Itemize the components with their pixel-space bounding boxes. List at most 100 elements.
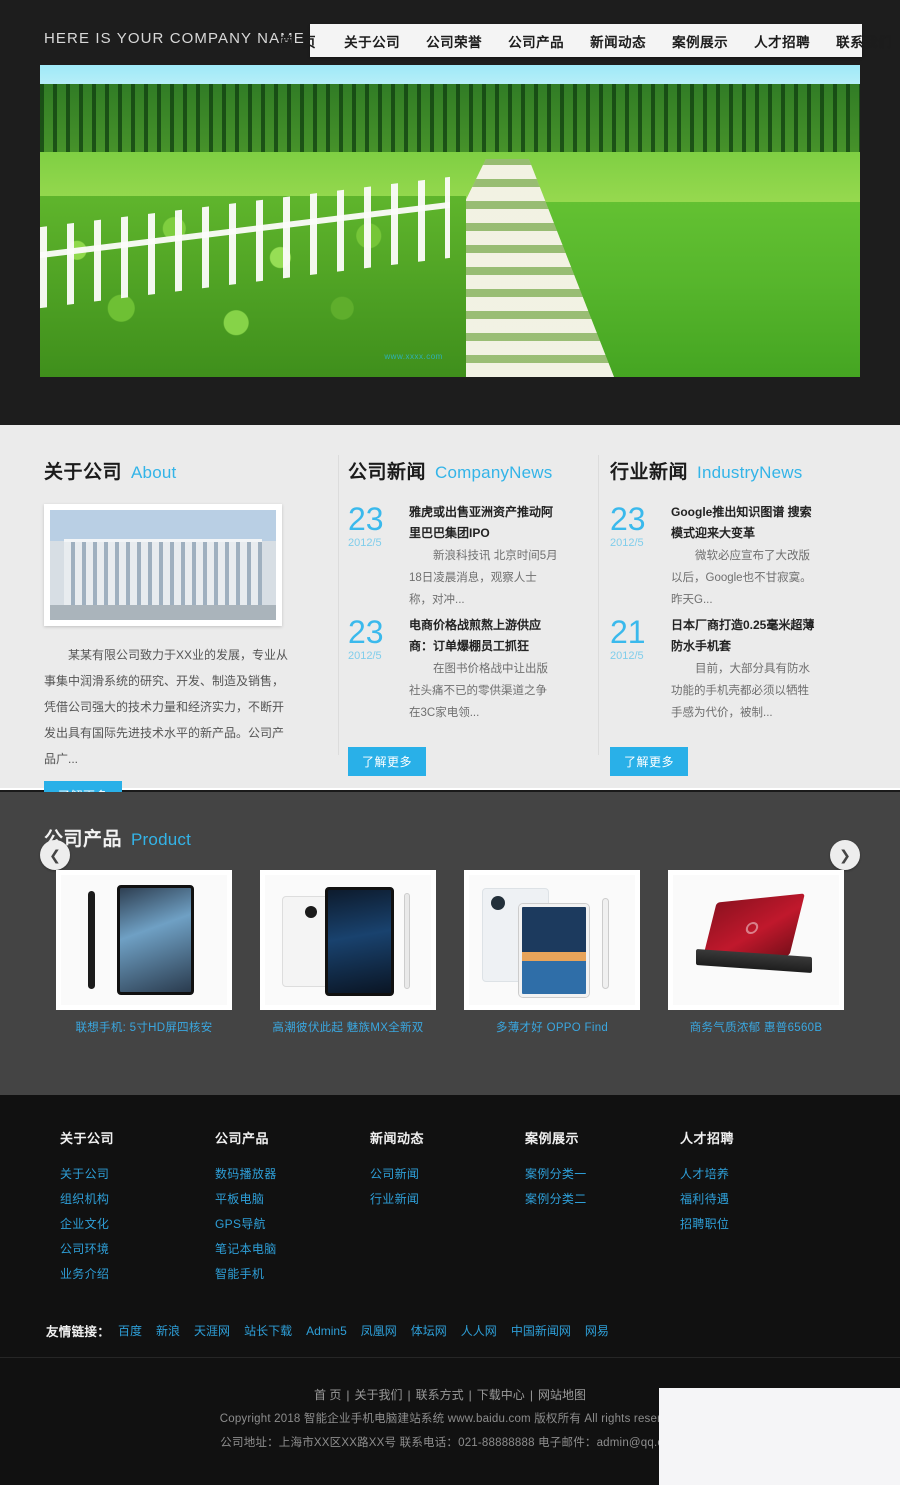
top-bar: HERE IS YOUR COMPANY NAME 首 页 关于公司 公司荣誉 … [0,0,900,65]
product-thumbnail[interactable] [260,870,436,1010]
product-caption[interactable]: 联想手机: 5寸HD屏四核安 [56,1019,232,1035]
sitemap-link[interactable]: 福利待遇 [680,1187,835,1212]
chevron-left-icon[interactable]: ❮ [40,840,70,870]
sitemap-column-about: 关于公司 关于公司 组织机构 企业文化 公司环境 业务介绍 [60,1128,215,1287]
sitemap-link[interactable]: 企业文化 [60,1212,215,1237]
sitemap-link[interactable]: 人才培养 [680,1162,835,1187]
company-news-more-button[interactable]: 了解更多 [348,747,427,776]
about-title-cn: 关于公司 [44,462,123,483]
news-body: 日本厂商打造0.25毫米超薄防水手机套 目前，大部分具有防水功能的手机壳都必须以… [671,615,820,724]
nav-item-about[interactable]: 关于公司 [331,31,413,51]
footer-nav-sitemap[interactable]: 网站地图 [533,1388,591,1402]
hero-banner[interactable]: www.xxxx.com [40,65,860,377]
sitemap-link[interactable]: 案例分类二 [525,1187,680,1212]
news-title[interactable]: Google推出知识图谱 搜索模式迎来大变革 [671,502,820,544]
friendly-link[interactable]: 体坛网 [411,1322,447,1339]
footer-nav-contact[interactable]: 联系方式 [411,1388,469,1402]
news-item[interactable]: 21 2012/5 日本厂商打造0.25毫米超薄防水手机套 目前，大部分具有防水… [610,615,820,724]
footer-divider [0,1357,900,1358]
sitemap-link[interactable]: 公司环境 [60,1237,215,1262]
footer-sitemap: 关于公司 关于公司 组织机构 企业文化 公司环境 业务介绍 公司产品 数码播放器… [60,1128,835,1287]
news-description: 微软必应宣布了大改版以后，Google也不甘寂寞。昨天G... [671,550,812,606]
news-day: 21 [610,614,646,650]
sitemap-link[interactable]: 平板电脑 [215,1187,370,1212]
footer-nav-download[interactable]: 下载中心 [472,1388,530,1402]
friendly-links-label: 友情链接： [46,1325,111,1339]
product-thumbnail[interactable] [56,870,232,1010]
chevron-right-icon[interactable]: ❯ [830,840,860,870]
product-card[interactable]: 联想手机: 5寸HD屏四核安 [56,870,232,1035]
product-thumbnail[interactable] [464,870,640,1010]
sitemap-link[interactable]: 案例分类一 [525,1162,680,1187]
friendly-links-row: 友情链接： 百度 新浪 天涯网 站长下载 Admin5 凤凰网 体坛网 人人网 … [46,1321,623,1340]
nav-item-cases[interactable]: 案例展示 [659,31,741,51]
friendly-link[interactable]: 中国新闻网 [511,1322,571,1339]
news-year-month: 2012/5 [348,650,382,662]
news-body: 雅虎或出售亚洲资产推动阿里巴巴集团IPO 新浪科技讯 北京时间5月18日凌晨消息… [409,502,558,611]
main-nav[interactable]: 首 页 关于公司 公司荣誉 公司产品 新闻动态 案例展示 人才招聘 联系我们 [280,24,892,57]
product-carousel[interactable]: 联想手机: 5寸HD屏四核安 高潮彼伏此起 魅族MX全新双 多薄才好 OPPO … [0,870,900,1050]
sitemap-link[interactable]: 智能手机 [215,1262,370,1287]
products-title-en: Product [131,830,192,849]
product-image-hp-laptop [673,875,839,1005]
nav-item-honor[interactable]: 公司荣誉 [413,31,495,51]
footer-nav-home[interactable]: 首 页 [309,1388,346,1402]
phone-edge-glyph [404,893,411,990]
news-body: 电商价格战煎熬上游供应商：订单爆棚员工抓狂 在图书价格战中让出版社头痛不已的零供… [409,615,558,724]
phone-front-glyph [117,885,194,995]
product-card[interactable]: 商务气质浓郁 惠普6560B [668,870,844,1035]
sitemap-link[interactable]: 关于公司 [60,1162,215,1187]
friendly-link[interactable]: 百度 [118,1322,142,1339]
friendly-link[interactable]: 网易 [585,1322,609,1339]
company-news-title-en: CompanyNews [435,463,553,482]
friendly-link[interactable]: 天涯网 [194,1322,230,1339]
footer-nav-about[interactable]: 关于我们 [350,1388,408,1402]
news-title[interactable]: 雅虎或出售亚洲资产推动阿里巴巴集团IPO [409,502,558,544]
news-item[interactable]: 23 2012/5 电商价格战煎熬上游供应商：订单爆棚员工抓狂 在图书价格战中让… [348,615,558,724]
sitemap-heading: 人才招聘 [680,1131,735,1146]
friendly-link[interactable]: 新浪 [156,1322,180,1339]
product-thumbnail[interactable] [668,870,844,1010]
company-news-column: 公司新闻 CompanyNews 23 2012/5 雅虎或出售亚洲资产推动阿里… [348,457,558,776]
news-date: 23 2012/5 [348,502,398,611]
sitemap-link[interactable]: 公司新闻 [370,1162,525,1187]
friendly-link[interactable]: 站长下载 [244,1322,292,1339]
product-card[interactable]: 高潮彼伏此起 魅族MX全新双 [260,870,436,1035]
industry-news-more-button[interactable]: 了解更多 [610,747,689,776]
sitemap-link[interactable]: 笔记本电脑 [215,1237,370,1262]
news-year-month: 2012/5 [610,650,644,662]
about-column: 关于公司 About 某某有限公司致力于XX业的发展，专业从事集中润滑系统的研究… [44,457,294,810]
sitemap-link[interactable]: 招聘职位 [680,1212,835,1237]
news-body: Google推出知识图谱 搜索模式迎来大变革 微软必应宣布了大改版以后，Goog… [671,502,820,611]
sitemap-link[interactable]: 行业新闻 [370,1187,525,1212]
news-title[interactable]: 电商价格战煎熬上游供应商：订单爆棚员工抓狂 [409,615,558,657]
news-title[interactable]: 日本厂商打造0.25毫米超薄防水手机套 [671,615,820,657]
page-root: HERE IS YOUR COMPANY NAME 首 页 关于公司 公司荣誉 … [0,0,900,1485]
friendly-link[interactable]: Admin5 [306,1324,347,1338]
company-news-title-cn: 公司新闻 [348,462,427,483]
news-item[interactable]: 23 2012/5 Google推出知识图谱 搜索模式迎来大变革 微软必应宣布了… [610,502,820,611]
product-card[interactable]: 多薄才好 OPPO Find [464,870,640,1035]
sitemap-link[interactable]: 组织机构 [60,1187,215,1212]
sitemap-link[interactable]: GPS导航 [215,1212,370,1237]
friendly-link[interactable]: 人人网 [461,1322,497,1339]
nav-item-jobs[interactable]: 人才招聘 [741,31,823,51]
sitemap-heading: 关于公司 [60,1131,115,1146]
sitemap-column-cases: 案例展示 案例分类一 案例分类二 [525,1128,680,1287]
news-item[interactable]: 23 2012/5 雅虎或出售亚洲资产推动阿里巴巴集团IPO 新浪科技讯 北京时… [348,502,558,611]
product-caption[interactable]: 商务气质浓郁 惠普6560B [668,1019,844,1035]
nav-item-contact[interactable]: 联系我们 [823,31,900,51]
about-description: 某某有限公司致力于XX业的发展，专业从事集中润滑系统的研究、开发、制造及销售，凭… [44,648,289,766]
product-caption[interactable]: 高潮彼伏此起 魅族MX全新双 [260,1019,436,1035]
sitemap-link[interactable]: 业务介绍 [60,1262,215,1287]
nav-item-products[interactable]: 公司产品 [495,31,577,51]
nav-item-news[interactable]: 新闻动态 [577,31,659,51]
blank-overlay-panel [659,1388,900,1485]
friendly-link[interactable]: 凤凰网 [361,1322,397,1339]
phone-edge-glyph [601,898,609,990]
about-photo-image [50,510,276,620]
product-caption[interactable]: 多薄才好 OPPO Find [464,1019,640,1035]
nav-item-home[interactable]: 首 页 [267,31,331,51]
sitemap-link[interactable]: 数码播放器 [215,1162,370,1187]
banner-watermark: www.xxxx.com [384,352,443,362]
